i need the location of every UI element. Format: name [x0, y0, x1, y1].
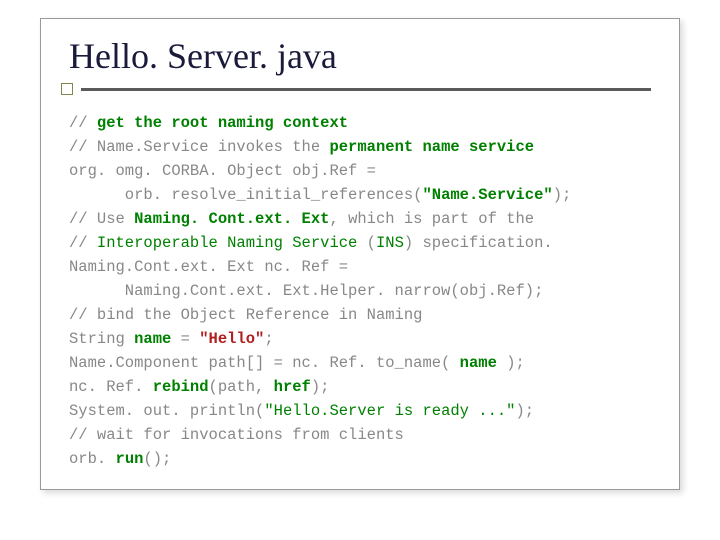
code-line: // [69, 234, 97, 252]
code-token: rebind [153, 378, 209, 396]
code-line: nc. Ref. [69, 378, 153, 396]
code-token: = [171, 330, 199, 348]
code-line: // bind the Object Reference in Naming [69, 306, 422, 324]
code-token: Interoperable Naming Service [97, 234, 357, 252]
bullet-icon [61, 83, 73, 95]
code-line: Naming.Cont.ext. Ext nc. Ref = [69, 258, 348, 276]
code-token: permanent name service [329, 138, 534, 156]
code-token: Naming. Cont.ext. Ext [134, 210, 329, 228]
code-token: "Name.Service" [422, 186, 552, 204]
code-token: ) specification. [404, 234, 553, 252]
code-token: ); [516, 402, 535, 420]
code-line: orb. [69, 450, 116, 468]
code-token: ); [311, 378, 330, 396]
code-token: ); [553, 186, 572, 204]
code-token: INS [376, 234, 404, 252]
code-line: org. omg. CORBA. Object obj.Ref = [69, 162, 376, 180]
title-underline [61, 83, 651, 95]
code-line: // wait for invocations from clients [69, 426, 404, 444]
code-token: ); [497, 354, 525, 372]
code-block: // get the root naming context // Name.S… [69, 111, 651, 471]
code-token: (); [143, 450, 171, 468]
code-token: , which is part of the [329, 210, 534, 228]
code-line: // [69, 114, 97, 132]
code-token: (path, [209, 378, 274, 396]
slide-title: Hello. Server. java [69, 35, 651, 77]
code-token: ; [264, 330, 273, 348]
code-token: get the root naming context [97, 114, 348, 132]
code-line: Name.Component path[] = nc. Ref. to_name… [69, 354, 460, 372]
code-line: orb. resolve_initial_references( [69, 186, 422, 204]
code-line: // Name.Service invokes the [69, 138, 329, 156]
slide-frame: Hello. Server. java // get the root nami… [40, 18, 680, 490]
code-token: ( [357, 234, 376, 252]
code-line: String [69, 330, 134, 348]
code-line: Naming.Cont.ext. Ext.Helper. narrow(obj.… [69, 282, 543, 300]
code-string: "Hello" [199, 330, 264, 348]
code-token: name [460, 354, 497, 372]
code-token: name [134, 330, 171, 348]
code-line: System. out. println( [69, 402, 264, 420]
code-token: href [274, 378, 311, 396]
code-string: "Hello.Server is ready ..." [264, 402, 515, 420]
code-line: // Use [69, 210, 134, 228]
code-token: run [116, 450, 144, 468]
divider [81, 88, 651, 91]
